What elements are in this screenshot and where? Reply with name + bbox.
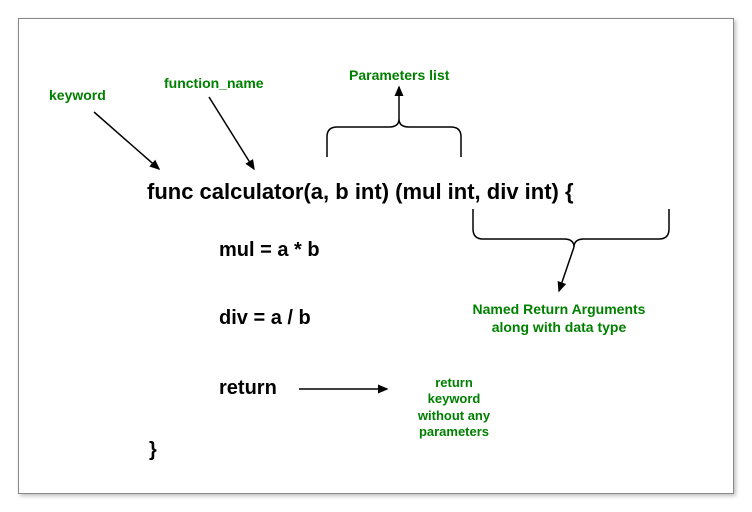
code-line-mul: mul = a * b (219, 239, 320, 262)
arrow-keyword (94, 112, 159, 169)
label-keyword: keyword (49, 87, 106, 105)
arrow-function-name (209, 97, 254, 169)
annotation-overlay (19, 19, 735, 495)
bracket-named-return (473, 209, 669, 247)
arrow-named-return (559, 247, 574, 291)
code-line-div: div = a / b (219, 307, 311, 330)
label-named-return: Named Return Arguments along with data t… (459, 301, 659, 336)
diagram-frame: keyword function_name Parameters list Na… (18, 18, 734, 494)
label-return-note: return keyword without any parameters (399, 375, 509, 440)
bracket-parameters (327, 119, 461, 157)
label-function-name: function_name (164, 75, 264, 93)
code-signature: func calculator(a, b int) (mul int, div … (147, 179, 574, 205)
code-close-brace: } (149, 439, 157, 462)
label-parameters-list: Parameters list (349, 67, 449, 85)
code-line-return: return (219, 377, 277, 400)
